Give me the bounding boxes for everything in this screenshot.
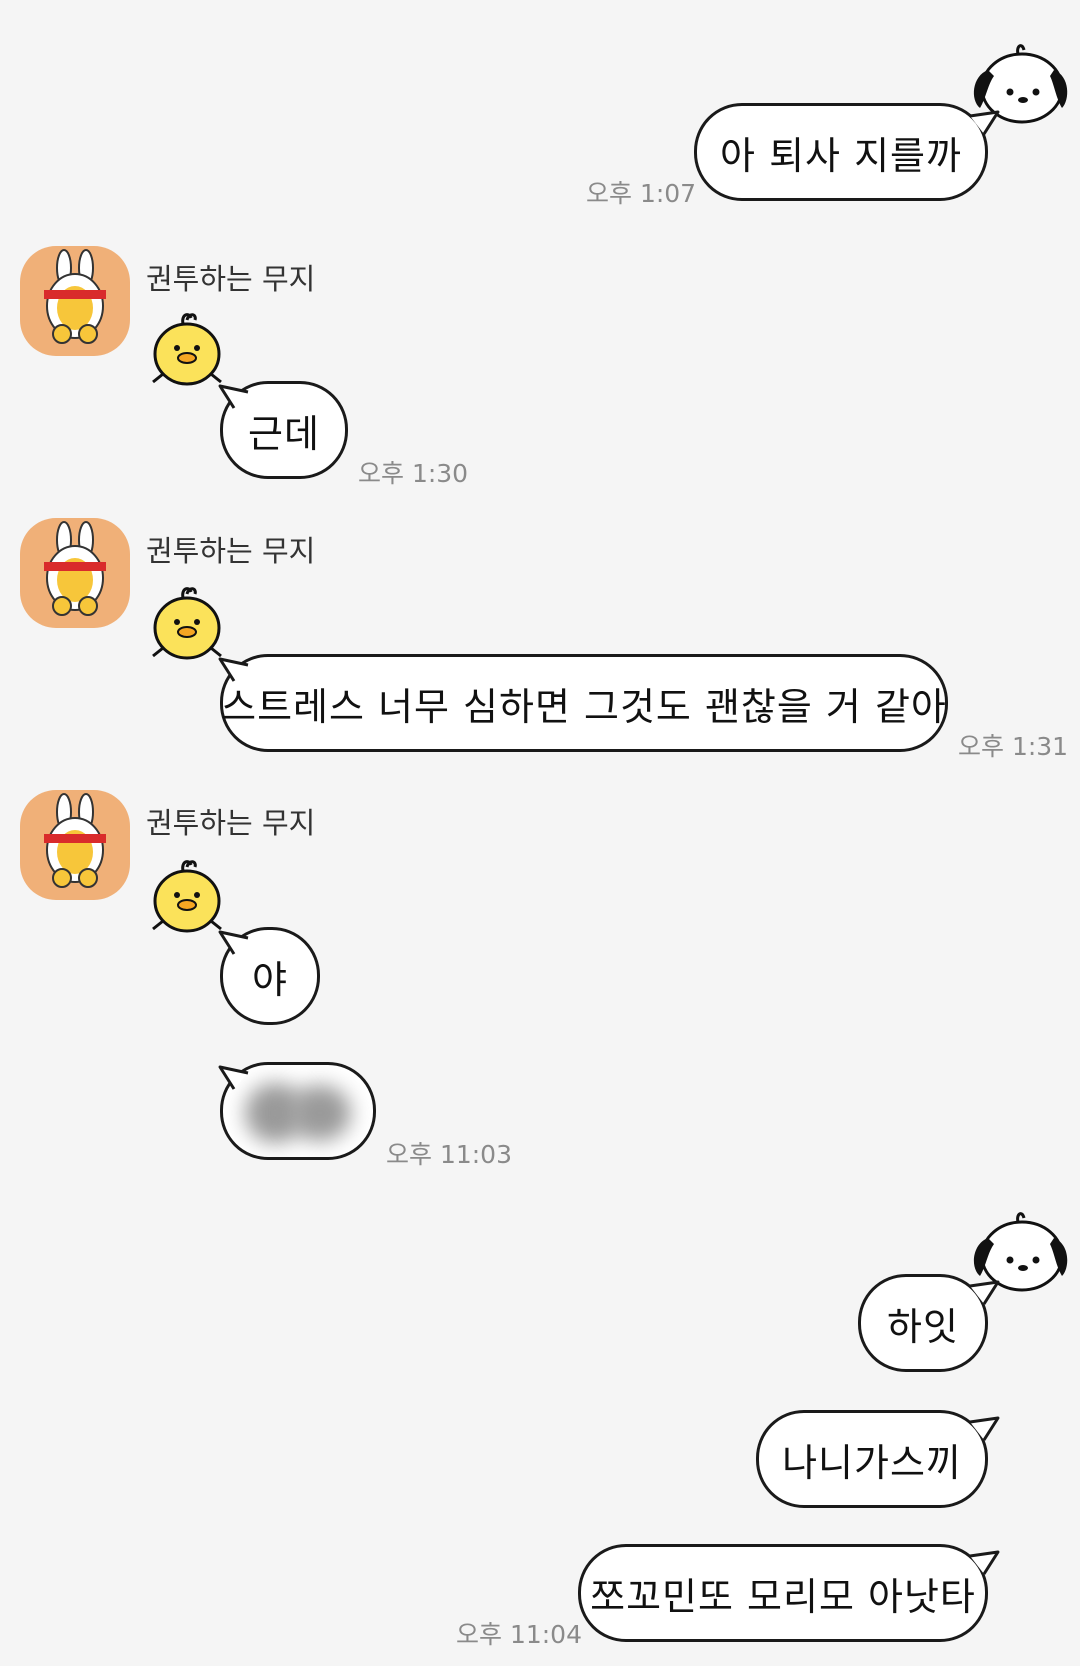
bubble-tail xyxy=(218,384,249,409)
message-text: 근데 xyxy=(248,411,320,456)
message-text: 아 퇴사 지를까 xyxy=(720,133,962,178)
message-text: 쪼꼬민또 모리모 아낫타 xyxy=(590,1574,976,1619)
message-time: 오후 1:31 xyxy=(958,732,1069,761)
message-text: 하잇 xyxy=(887,1304,959,1349)
chick-sticker-icon xyxy=(152,587,222,660)
message-text: 스트레스 너무 심하면 그것도 괜찮을 거 같아 xyxy=(221,684,947,729)
sender-name: 권투하는 무지 xyxy=(146,262,316,296)
friend-avatar[interactable] xyxy=(20,518,130,628)
message-bubble[interactable]: 나니가스끼 xyxy=(756,1410,988,1508)
message-bubble[interactable]: 쪼꼬민또 모리모 아낫타 xyxy=(578,1544,988,1642)
bubble-tail xyxy=(969,1550,1000,1575)
message-text: 나니가스끼 xyxy=(782,1440,962,1485)
message-bubble[interactable]: 하잇 xyxy=(858,1274,988,1372)
bubble-tail xyxy=(969,1280,1000,1305)
bubble-tail xyxy=(218,657,249,682)
message-time: 오후 1:07 xyxy=(586,179,697,208)
bubble-tail xyxy=(969,1416,1000,1441)
boxing-rabbit-avatar-icon xyxy=(44,521,106,616)
message-time: 오후 11:03 xyxy=(386,1140,512,1169)
message-bubble[interactable]: 아 퇴사 지를까 xyxy=(694,103,988,201)
friend-avatar[interactable] xyxy=(20,790,130,900)
puppy-sticker-icon xyxy=(973,1212,1068,1292)
message-text: 야 xyxy=(252,957,288,1002)
blurred-content xyxy=(289,1085,351,1141)
bubble-tail xyxy=(218,930,249,955)
chick-sticker-icon xyxy=(152,860,222,933)
bubble-tail xyxy=(218,1065,249,1090)
boxing-rabbit-avatar-icon xyxy=(44,249,106,344)
bubble-tail xyxy=(969,110,1000,135)
message-time: 오후 11:04 xyxy=(456,1620,582,1649)
boxing-rabbit-avatar-icon xyxy=(44,793,106,888)
sender-name: 권투하는 무지 xyxy=(146,534,316,568)
sender-name: 권투하는 무지 xyxy=(146,806,316,840)
friend-avatar[interactable] xyxy=(20,246,130,356)
chick-sticker-icon xyxy=(152,313,222,386)
message-time: 오후 1:30 xyxy=(358,459,469,488)
message-bubble[interactable]: 스트레스 너무 심하면 그것도 괜찮을 거 같아 xyxy=(220,654,948,752)
